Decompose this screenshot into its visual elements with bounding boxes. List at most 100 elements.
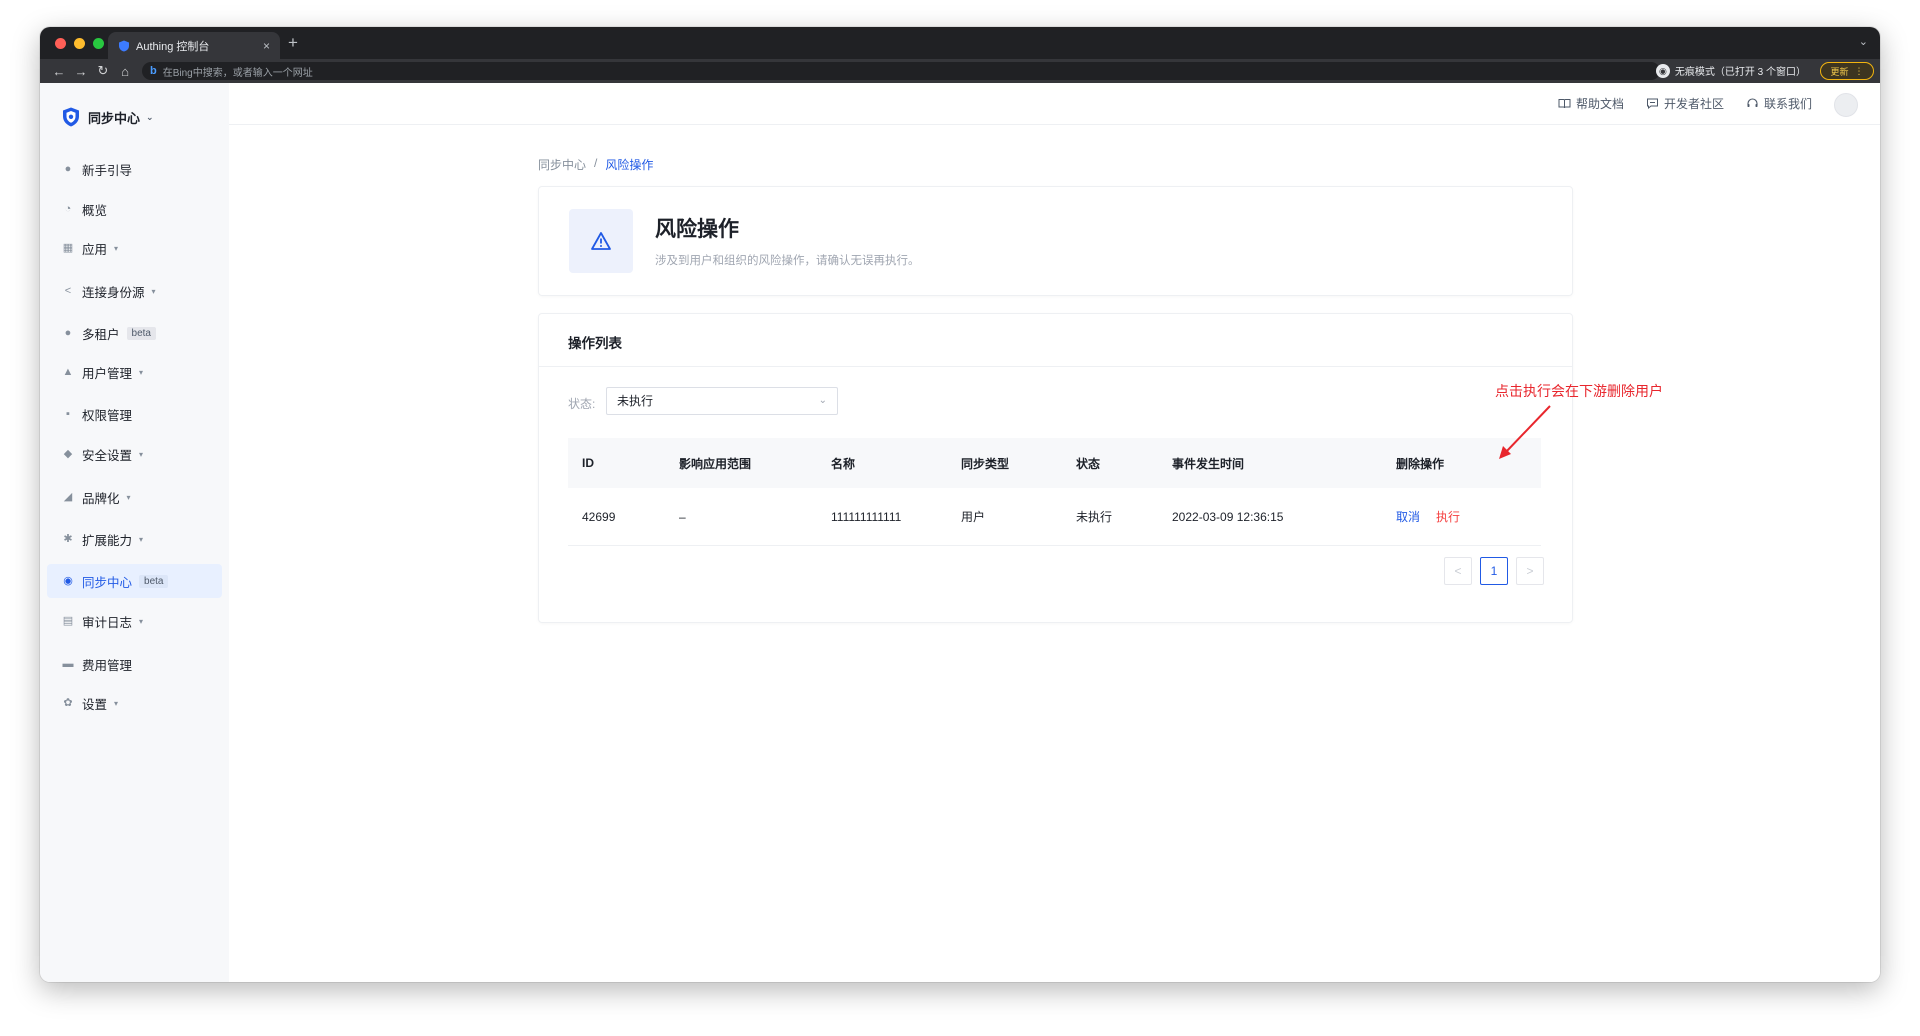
sidebar-item-settings[interactable]: ✿ 设置 ▾	[47, 686, 222, 720]
sidebar-item-label: 审计日志	[82, 615, 133, 630]
sidebar-item-label: 概览	[82, 203, 108, 218]
brand-label: 同步中心	[88, 110, 141, 126]
operations-table: ID 影响应用范围 名称 同步类型 状态 事件发生时间 删除操作 42699 – 1111111…	[568, 438, 1541, 546]
chevron-down-icon: ⌄	[146, 111, 154, 122]
column-header: ID	[582, 456, 594, 470]
sidebar-item-guide[interactable]: ● 新手引导	[47, 152, 222, 186]
browser-tab[interactable]: Authing 控制台 ×	[108, 32, 280, 59]
cell-scope: –	[679, 509, 686, 524]
chevron-down-icon: ▾	[139, 449, 144, 459]
breadcrumb-parent[interactable]: 同步中心	[538, 156, 586, 173]
update-button[interactable]: 更新 ⋮	[1820, 62, 1874, 80]
sidebar-item-shield[interactable]: ◆ 安全设置 ▾	[47, 437, 222, 471]
audit-icon: ▤	[62, 615, 74, 627]
sidebar-item-share[interactable]: < 连接身份源 ▾	[47, 274, 222, 308]
new-tab-button[interactable]: +	[288, 33, 298, 53]
app-switcher[interactable]: 同步中心 ⌄	[62, 107, 154, 127]
home-icon[interactable]: ⌂	[114, 64, 136, 79]
main-content: 帮助文档 开发者社区 联系我们 同步中心 / 风险操作 风险操作 涉及到用户和组…	[229, 83, 1880, 982]
tab-search-icon[interactable]: ⌄	[1859, 35, 1868, 48]
dev-community-link[interactable]: 开发者社区	[1646, 95, 1724, 112]
minimize-window-button[interactable]	[74, 38, 85, 49]
sidebar-item-apps[interactable]: ▦ 应用 ▾	[47, 231, 222, 265]
page-title: 风险操作	[655, 218, 739, 241]
breadcrumb: 同步中心 / 风险操作	[538, 156, 653, 173]
close-window-button[interactable]	[55, 38, 66, 49]
sidebar-item-pie[interactable]: ◔ 概览	[47, 192, 222, 226]
beta-badge: beta	[126, 326, 156, 340]
message-icon	[1646, 98, 1658, 110]
list-title: 操作列表	[568, 336, 622, 351]
guide-icon: ●	[64, 163, 72, 175]
sidebar-item-extension[interactable]: ✱ 扩展能力 ▾	[47, 522, 222, 556]
sidebar-item-label: 品牌化	[82, 491, 120, 506]
sidebar-item-label: 设置	[82, 697, 108, 712]
user-avatar[interactable]	[1834, 93, 1858, 117]
column-header: 删除操作	[1396, 456, 1445, 471]
settings-icon: ✿	[63, 697, 73, 709]
beta-badge: beta	[139, 574, 169, 588]
browser-tabbar: Authing 控制台 × + ⌄	[40, 27, 1880, 59]
next-page-button[interactable]: >	[1516, 557, 1544, 585]
help-docs-label: 帮助文档	[1575, 97, 1624, 111]
top-links: 帮助文档 开发者社区 联系我们	[1558, 95, 1812, 112]
cell-time: 2022-03-09 12:36:15	[1172, 509, 1284, 524]
sidebar-item-audit[interactable]: ▤ 审计日志 ▾	[47, 604, 222, 638]
divider	[539, 366, 1572, 367]
billing-icon: ▬	[62, 658, 74, 670]
incognito-label: 无痕模式（已打开 3 个窗口）	[1674, 67, 1806, 78]
sidebar-item-brand[interactable]: ◢ 品牌化 ▾	[47, 480, 222, 514]
book-icon	[1558, 99, 1571, 109]
chevron-down-icon: ▾	[151, 286, 156, 296]
sidebar-item-lock[interactable]: ▪ 权限管理	[47, 397, 222, 431]
cancel-button[interactable]: 取消	[1396, 508, 1420, 525]
maximize-window-button[interactable]	[93, 38, 104, 49]
cell-status: 未执行	[1076, 510, 1113, 524]
chevron-down-icon: ⌄	[818, 395, 827, 406]
chevron-down-icon: ▾	[114, 243, 119, 253]
cell-actions: 取消 执行	[1396, 488, 1460, 545]
prev-page-button[interactable]: <	[1444, 557, 1472, 585]
extension-icon: ✱	[63, 533, 73, 545]
lock-icon: ▪	[66, 408, 70, 420]
breadcrumb-separator: /	[594, 156, 598, 170]
contact-us-link[interactable]: 联系我们	[1746, 95, 1812, 112]
status-filter-select[interactable]: 未执行 ⌄	[606, 387, 838, 415]
app-root: 同步中心 ⌄ ● 新手引导 ◔ 概览 ▦ 应用 ▾ < 连接身份源 ▾ ● 多租户 beta ▲ 用户管理 ▾…	[40, 83, 1880, 982]
column-header: 事件发生时间	[1172, 456, 1245, 471]
breadcrumb-current: 风险操作	[605, 158, 654, 172]
forward-icon[interactable]: →	[70, 64, 92, 79]
contact-us-label: 联系我们	[1763, 97, 1812, 111]
status-filter-label: 状态:	[568, 397, 596, 411]
cell-sync-type: 用户	[961, 510, 986, 524]
column-header: 名称	[831, 456, 856, 471]
page-1-button[interactable]: 1	[1480, 557, 1508, 585]
address-placeholder: 在Bing中搜索，或者输入一个网址	[162, 67, 313, 79]
annotation-note: 点击执行会在下游删除用户	[1495, 383, 1663, 399]
sidebar-item-users[interactable]: ▲ 用户管理 ▾	[47, 355, 222, 389]
sidebar-item-label: 安全设置	[82, 448, 133, 463]
pie-icon: ◔	[64, 203, 72, 215]
table-header: ID 影响应用范围 名称 同步类型 状态 事件发生时间 删除操作	[568, 438, 1541, 488]
bing-icon: b	[150, 65, 157, 77]
sidebar-item-billing[interactable]: ▬ 费用管理	[47, 647, 222, 681]
window-controls	[55, 38, 104, 49]
sidebar-item-tenant[interactable]: ● 多租户 beta	[47, 316, 222, 350]
browser-window: Authing 控制台 × + ⌄ ← → ↻ ⌂ b 在Bing中搜索，或者输…	[40, 27, 1880, 982]
address-bar[interactable]: b 在Bing中搜索，或者输入一个网址	[142, 62, 1660, 80]
chevron-down-icon: ▾	[139, 367, 144, 377]
close-tab-icon[interactable]: ×	[263, 39, 270, 53]
top-bar: 帮助文档 开发者社区 联系我们	[229, 83, 1880, 125]
back-icon[interactable]: ←	[48, 64, 70, 79]
pagination: < 1 >	[1444, 557, 1544, 585]
execute-button[interactable]: 执行	[1436, 508, 1460, 525]
help-docs-link[interactable]: 帮助文档	[1558, 95, 1624, 112]
annotation-arrow-icon	[1499, 405, 1551, 459]
chevron-down-icon: ▾	[139, 616, 144, 626]
headset-icon	[1747, 98, 1758, 107]
sidebar: 同步中心 ⌄ ● 新手引导 ◔ 概览 ▦ 应用 ▾ < 连接身份源 ▾ ● 多租户 beta ▲ 用户管理 ▾…	[40, 83, 229, 982]
sidebar-item-sync[interactable]: ◉ 同步中心 beta	[47, 564, 222, 598]
incognito-indicator[interactable]: ◉ 无痕模式（已打开 3 个窗口）	[1655, 63, 1806, 78]
sidebar-item-label: 费用管理	[82, 658, 133, 673]
reload-icon[interactable]: ↻	[92, 63, 114, 79]
